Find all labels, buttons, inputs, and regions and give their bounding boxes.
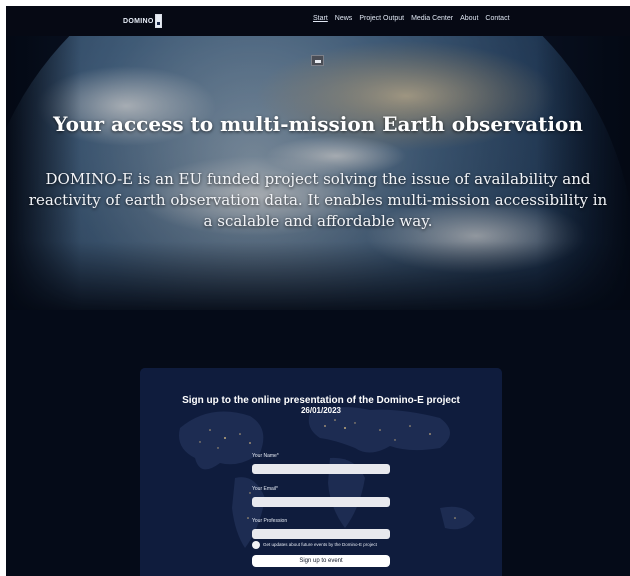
nav-item-contact[interactable]: Contact bbox=[485, 15, 509, 22]
signup-date: 26/01/2023 bbox=[300, 406, 342, 415]
hero-description: DOMINO-E is an EU funded project solving… bbox=[28, 170, 608, 230]
nav-item-start[interactable]: Start bbox=[313, 15, 328, 22]
image-icon[interactable] bbox=[311, 55, 324, 66]
nav-item-news[interactable]: News bbox=[335, 15, 353, 22]
nav-item-media-center[interactable]: Media Center bbox=[411, 15, 453, 22]
hero-section: Your access to multi-mission Earth obser… bbox=[6, 36, 630, 310]
profession-field-label: Your Profession bbox=[252, 518, 288, 524]
page: DOMINO Start News Project Output Media C… bbox=[6, 6, 630, 576]
hero-title: Your access to multi-mission Earth obser… bbox=[53, 112, 583, 136]
nav-item-about[interactable]: About bbox=[460, 15, 478, 22]
main-nav: Start News Project Output Media Center A… bbox=[313, 15, 510, 22]
profession-input[interactable] bbox=[252, 529, 390, 539]
signup-title: Sign up to the online presentation of th… bbox=[182, 395, 460, 406]
top-navigation-bar: DOMINO Start News Project Output Media C… bbox=[6, 6, 630, 36]
site-logo[interactable]: DOMINO bbox=[123, 12, 162, 30]
logo-mark-icon bbox=[154, 14, 162, 28]
name-field-label: Your Name* bbox=[252, 453, 279, 459]
nav-item-project-output[interactable]: Project Output bbox=[359, 15, 404, 22]
name-input[interactable] bbox=[252, 464, 390, 474]
updates-checkbox-label: Get updates about future events by the D… bbox=[263, 542, 377, 547]
email-input[interactable] bbox=[252, 497, 390, 507]
logo-text: DOMINO bbox=[123, 17, 154, 25]
updates-checkbox[interactable] bbox=[252, 541, 260, 549]
signup-card: Sign up to the online presentation of th… bbox=[140, 368, 502, 576]
sign-up-button[interactable]: Sign up to event bbox=[252, 555, 390, 567]
email-field-label: Your Email* bbox=[252, 486, 278, 492]
